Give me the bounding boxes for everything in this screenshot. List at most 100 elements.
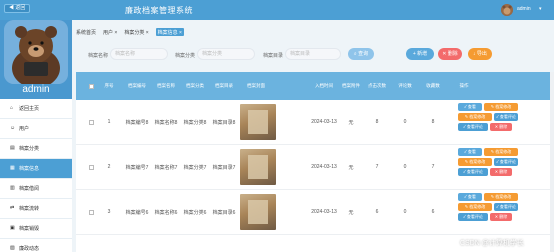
- row-checkbox[interactable]: [86, 190, 96, 234]
- row-delete-button[interactable]: ✕ 删除: [490, 168, 512, 176]
- cell-directory: 档案目录8: [212, 119, 236, 126]
- tab-user[interactable]: 用户 ×: [103, 28, 117, 36]
- cell-directory: 档案目录6: [212, 209, 236, 216]
- modify-button[interactable]: ✎ 档案修改: [484, 103, 518, 111]
- cell-cover[interactable]: [238, 100, 278, 144]
- cell-clicks: 6: [375, 209, 379, 215]
- comment-button[interactable]: ✓ 查看评论: [494, 113, 518, 121]
- cell-cover[interactable]: [238, 190, 278, 234]
- cover-image[interactable]: [240, 194, 276, 230]
- view-button[interactable]: ✓ 查看: [458, 103, 482, 111]
- search-button[interactable]: ⌕ 查询: [348, 48, 374, 60]
- row-checkbox[interactable]: [86, 145, 96, 189]
- view-comments-button[interactable]: ✓ 查看评论: [458, 213, 488, 221]
- comment-button[interactable]: ✓ 查看评论: [494, 158, 518, 166]
- modify-button[interactable]: ✎ 档案修改: [484, 148, 518, 156]
- comment-button[interactable]: ✓ 查看评论: [494, 203, 518, 211]
- name-input[interactable]: 档案名称: [110, 48, 168, 60]
- user-avatar[interactable]: [501, 4, 513, 16]
- cover-image[interactable]: [240, 104, 276, 140]
- user-name[interactable]: admin: [517, 6, 531, 12]
- cell-name: 档案名称8: [154, 119, 178, 126]
- admin-name: admin: [22, 84, 50, 95]
- back-button[interactable]: ◀ 返回: [4, 4, 31, 13]
- cell-attachment: 无: [348, 119, 354, 126]
- sidebar-menu: ⌂ 返回主页 ☺ 用户 ▤ 档案分类 ▦ 档案信息 ▥ 档案借阅 ⇄ 档案流转 ▣ 档案销毁 …: [0, 99, 72, 252]
- trash-icon: ▣: [10, 225, 15, 231]
- sidebar: admin ⌂ 返回主页 ☺ 用户 ▤ 档案分类 ▦ 档案信息 ▥ 档案借阅 ⇄ 档案流转 …: [0, 20, 72, 252]
- view-comments-button[interactable]: ✓ 查看评论: [458, 168, 488, 176]
- view-comments-button[interactable]: ✓ 查看评论: [458, 123, 488, 131]
- sidebar-item-transfer[interactable]: ⇄ 档案流转: [0, 199, 72, 219]
- tab-category[interactable]: 档案分类 ×: [124, 28, 148, 36]
- flow-icon: ⇄: [10, 205, 15, 211]
- book-icon: ▥: [10, 185, 15, 191]
- th-cover: 档案封面: [247, 83, 265, 88]
- modify-button[interactable]: ✎ 档案修改: [484, 193, 518, 201]
- category-label: 档案分类: [175, 53, 196, 59]
- sidebar-item-news[interactable]: ▧ 廉政动态: [0, 239, 72, 252]
- cell-category: 档案分类7: [183, 164, 207, 171]
- view-button[interactable]: ✓ 查看: [458, 148, 482, 156]
- tab-home[interactable]: 系统首页: [76, 28, 96, 36]
- table-row: 1 档案编号8 档案名称8 档案分类8 档案目录8 2024-03-13 无 8…: [76, 100, 554, 145]
- cell-comments: 0: [403, 164, 407, 170]
- cell-cover[interactable]: [238, 145, 278, 189]
- cell-index: 3: [107, 209, 111, 215]
- sidebar-item-category[interactable]: ▤ 档案分类: [0, 139, 72, 159]
- delete-button[interactable]: ✕ 删除: [438, 48, 462, 60]
- sidebar-item-archive-info[interactable]: ▦ 档案信息: [0, 159, 72, 179]
- directory-label: 档案目录: [263, 53, 284, 59]
- th-actions: 操作: [459, 83, 469, 88]
- cell-date: 2024-03-13: [311, 119, 337, 125]
- row-checkbox[interactable]: [86, 100, 96, 144]
- update-button[interactable]: ✎ 档案修改: [458, 203, 492, 211]
- th-attachment: 档案附件: [342, 83, 360, 88]
- folder-icon: ▤: [10, 145, 15, 151]
- update-button[interactable]: ✎ 档案修改: [458, 113, 492, 121]
- cell-clicks: 8: [375, 119, 379, 125]
- th-index: 序号: [104, 83, 114, 88]
- top-bar: ◀ 返回 廉政档案管理系统 admin ▾: [0, 0, 554, 20]
- cell-attachment: 无: [348, 164, 354, 171]
- cell-date: 2024-03-13: [311, 209, 337, 215]
- th-favorites: 收藏数: [426, 83, 440, 88]
- cell-favorites: 7: [431, 164, 435, 170]
- table-row: 3 档案编号6 档案名称6 档案分类6 档案目录6 2024-03-13 无 6…: [76, 190, 554, 235]
- directory-input[interactable]: 档案目录: [285, 48, 341, 60]
- export-button[interactable]: ↓ 导出: [468, 48, 492, 60]
- table-row: 2 档案编号7 档案名称7 档案分类7 档案目录7 2024-03-13 无 7…: [76, 145, 554, 190]
- th-comments: 评论数: [398, 83, 412, 88]
- tab-archive-info[interactable]: 档案信息 ×: [155, 28, 184, 36]
- news-icon: ▧: [10, 245, 15, 251]
- th-clicks: 点击次数: [368, 83, 386, 88]
- view-button[interactable]: ✓ 查看: [458, 193, 482, 201]
- th-name: 档案名称: [157, 83, 175, 88]
- cell-date: 2024-03-13: [311, 164, 337, 170]
- row-delete-button[interactable]: ✕ 删除: [490, 123, 512, 131]
- cell-category: 档案分类6: [183, 209, 207, 216]
- th-code: 档案编号: [128, 83, 146, 88]
- sidebar-item-borrow[interactable]: ▥ 档案借阅: [0, 179, 72, 199]
- category-input[interactable]: 档案分类: [197, 48, 255, 60]
- cell-code: 档案编号6: [125, 209, 149, 216]
- cover-image[interactable]: [240, 149, 276, 185]
- th-date: 入档时间: [315, 83, 333, 88]
- sidebar-item-home[interactable]: ⌂ 返回主页: [0, 99, 72, 119]
- scrollbar[interactable]: [550, 72, 554, 252]
- row-delete-button[interactable]: ✕ 删除: [490, 213, 512, 221]
- sidebar-item-user[interactable]: ☺ 用户: [0, 119, 72, 139]
- row-actions: ✓ 查看 ✎ 档案修改 ✎ 档案修改 ✓ 查看评论 ✓ 查看评论 ✕ 删除: [458, 103, 522, 141]
- cell-code: 档案编号7: [125, 164, 149, 171]
- th-category: 档案分类: [186, 83, 204, 88]
- watermark-text: CSDN @计算机学长: [460, 240, 524, 247]
- update-button[interactable]: ✎ 档案修改: [458, 158, 492, 166]
- cell-favorites: 6: [431, 209, 435, 215]
- cell-favorites: 8: [431, 119, 435, 125]
- sidebar-item-destroy[interactable]: ▣ 档案销毁: [0, 219, 72, 239]
- cell-code: 档案编号8: [125, 119, 149, 126]
- select-all-checkbox[interactable]: [86, 72, 96, 100]
- table-header: 序号 档案编号 档案名称 档案分类 档案目录 档案封面 入档时间 档案附件 点击…: [76, 72, 554, 100]
- add-button[interactable]: + 新增: [406, 48, 434, 60]
- chevron-down-icon[interactable]: ▾: [539, 6, 542, 12]
